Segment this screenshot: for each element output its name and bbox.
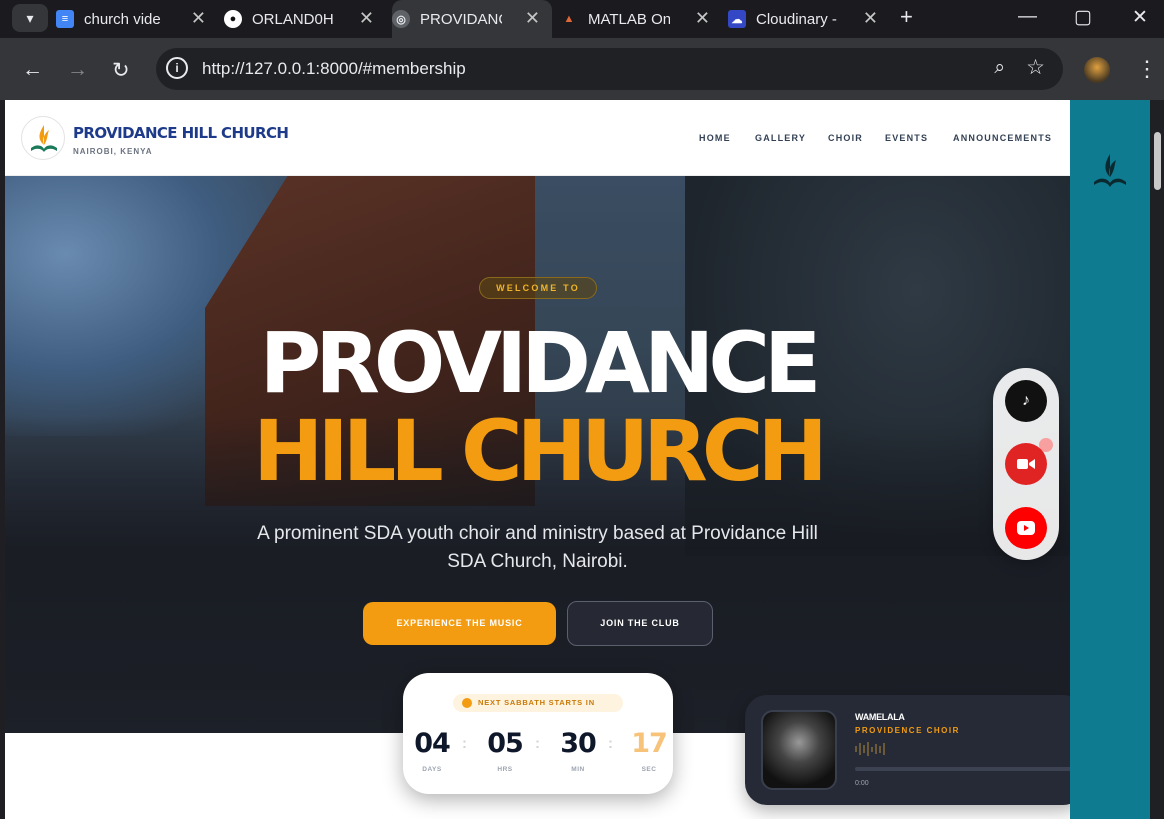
countdown-separator: : (608, 735, 613, 752)
webpage: PROVIDANCE HILL CHURCH NAIROBI, KENYA HO… (5, 100, 1070, 819)
tab-providance[interactable]: ◎ PROVIDANC ✕ (392, 0, 552, 38)
tab-matlab[interactable]: ▲ MATLAB On ✕ (560, 0, 722, 38)
nav-choir[interactable]: CHOIR (828, 133, 863, 143)
nav-gallery[interactable]: GALLERY (755, 133, 806, 143)
close-icon[interactable]: ✕ (863, 8, 878, 29)
minimize-icon[interactable]: — (1018, 6, 1037, 28)
tab-github[interactable]: ● ORLAND0H ✕ (224, 0, 386, 38)
side-panel (1070, 100, 1150, 819)
sabbath-countdown: NEXT SABBATH STARTS IN 04 : 05 : 30 : 17… (403, 673, 673, 794)
tiktok-icon[interactable]: ♪ (1005, 380, 1047, 422)
music-player: WAMELALA PROVIDENCE CHOIR 0:00 (745, 695, 1070, 805)
close-icon[interactable]: ✕ (525, 8, 540, 29)
back-icon[interactable]: ← (22, 58, 43, 82)
nav-announcements[interactable]: ANNOUNCEMENTS (953, 133, 1052, 143)
progress-bar[interactable] (855, 767, 1070, 771)
matlab-icon: ▲ (563, 13, 575, 25)
hero-subtitle: A prominent SDA youth choir and ministry… (257, 523, 818, 572)
scrollbar[interactable] (1150, 100, 1164, 819)
tab-title: MATLAB On (588, 10, 670, 28)
new-tab-icon[interactable]: + (900, 4, 913, 30)
countdown-label: NEXT SABBATH STARTS IN (478, 698, 595, 707)
tab-title: Cloudinary - (756, 10, 837, 28)
reload-icon[interactable]: ↻ (112, 58, 130, 83)
sda-logo-icon (31, 125, 57, 152)
nav-home[interactable]: HOME (699, 133, 731, 143)
close-icon[interactable]: ✕ (695, 8, 710, 29)
countdown-days: 04 (414, 728, 451, 759)
tab-title: ORLAND0H (252, 10, 334, 28)
sun-icon (462, 698, 472, 708)
globe-icon: ◎ (392, 10, 410, 28)
window-close-icon[interactable]: ✕ (1132, 6, 1148, 29)
countdown-minutes: 30 (560, 728, 597, 759)
experience-music-button[interactable]: EXPERIENCE THE MUSIC (363, 602, 556, 645)
church-logo[interactable] (21, 116, 65, 160)
sda-flame-icon (1094, 154, 1126, 187)
album-art[interactable] (761, 710, 837, 790)
social-dock: ♪ (993, 368, 1059, 560)
current-time: 0:00 (855, 780, 869, 787)
days-label: DAYS (422, 766, 442, 773)
hero-title-line1: PROVIDANCE (259, 314, 822, 412)
tab-title: PROVIDANC (420, 10, 502, 28)
hours-label: HRS (497, 766, 513, 773)
countdown-hours: 05 (487, 728, 524, 759)
cloudinary-icon: ☁ (728, 10, 746, 28)
close-icon[interactable]: ✕ (191, 8, 206, 29)
close-icon[interactable]: ✕ (359, 8, 374, 29)
tab-search-icon[interactable]: ▾ (12, 4, 48, 32)
track-artist: PROVIDENCE CHOIR (855, 726, 960, 735)
countdown-separator: : (462, 735, 467, 752)
scrollbar-thumb[interactable] (1154, 132, 1161, 190)
zoom-icon[interactable]: ⌕ (994, 57, 1005, 79)
github-icon: ● (224, 10, 242, 28)
address-bar[interactable]: i http://127.0.0.1:8000/#membership ⌕ ☆ (156, 48, 1063, 90)
forward-icon[interactable]: → (67, 58, 88, 82)
maximize-icon[interactable]: ▢ (1074, 6, 1092, 29)
hero-section: WELCOME TO PROVIDANCE HILL CHURCH A prom… (5, 176, 1070, 733)
tab-title: church vide (84, 10, 161, 28)
url-text[interactable]: http://127.0.0.1:8000/#membership (202, 59, 466, 79)
nav-events[interactable]: EVENTS (885, 133, 928, 143)
countdown-seconds: 17 (631, 728, 668, 759)
docs-icon: ≡ (56, 10, 74, 28)
countdown-separator: : (535, 735, 540, 752)
minutes-label: MIN (571, 766, 585, 773)
menu-kebab-icon[interactable]: ⋮ (1136, 56, 1158, 82)
seconds-label: SEC (641, 766, 657, 773)
video-camera-icon[interactable] (1005, 443, 1047, 485)
countdown-badge: NEXT SABBATH STARTS IN (453, 694, 623, 712)
profile-avatar[interactable] (1084, 57, 1110, 83)
youtube-icon[interactable] (1005, 507, 1047, 549)
hero-title-line2: HILL CHURCH (253, 402, 828, 500)
tab-cloudinary[interactable]: ☁ Cloudinary - ✕ (728, 0, 890, 38)
site-header: PROVIDANCE HILL CHURCH NAIROBI, KENYA HO… (5, 100, 1070, 176)
bookmark-star-icon[interactable]: ☆ (1026, 55, 1045, 80)
site-info-icon[interactable]: i (166, 57, 188, 79)
browser-chrome: ▾ ≡ church vide ✕ ● ORLAND0H ✕ ◎ PROVIDA… (0, 0, 1164, 100)
brand-location: NAIROBI, KENYA (73, 147, 153, 156)
waveform-icon (855, 741, 889, 757)
join-club-button[interactable]: JOIN THE CLUB (567, 601, 713, 646)
tab-strip: ▾ ≡ church vide ✕ ● ORLAND0H ✕ ◎ PROVIDA… (0, 0, 1164, 38)
brand-name[interactable]: PROVIDANCE HILL CHURCH (73, 124, 289, 142)
track-title: WAMELALA (855, 712, 905, 722)
welcome-badge: WELCOME TO (479, 277, 597, 299)
tab-church-video[interactable]: ≡ church vide ✕ (56, 0, 218, 38)
